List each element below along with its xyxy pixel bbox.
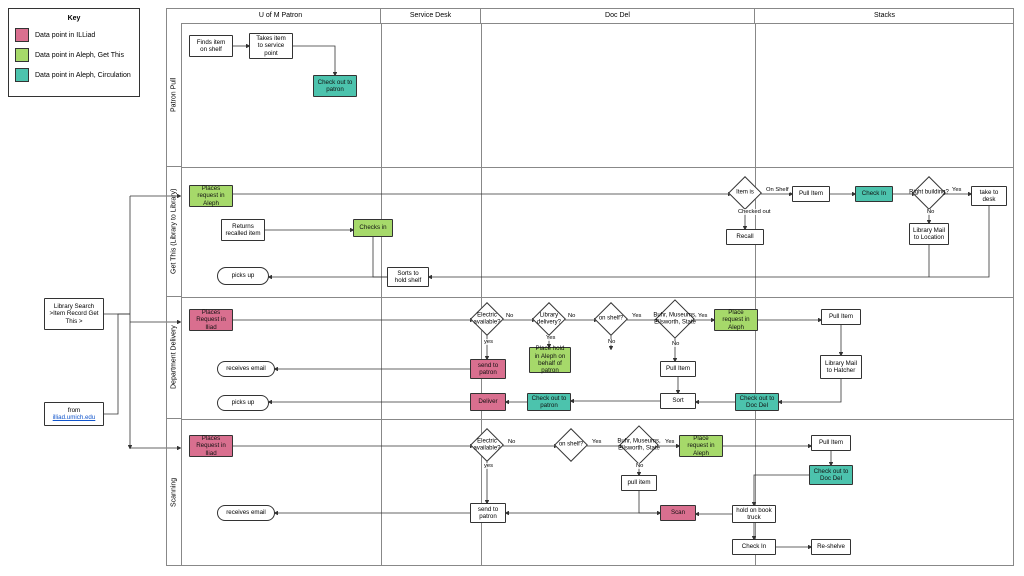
sc-checkin: Check In [732, 539, 776, 555]
gt-pull: Pull Item [792, 186, 830, 202]
dd-place-aleph: Place request in Aleph [714, 309, 758, 331]
gt-place: Places request in Aleph [189, 185, 233, 207]
dd-pickup: picks up [217, 395, 269, 411]
sc-pullitem: pull item [621, 475, 657, 491]
sc-scan: Scan [660, 505, 696, 521]
edge-label: No [671, 341, 680, 347]
edge-label: Yes [591, 439, 602, 445]
gt-sort: Sorts to hold shelf [387, 267, 429, 287]
swimlane-grid: U of M Patron Service Desk Doc Del Stack… [166, 8, 1014, 566]
edge-label: Yes [664, 439, 675, 445]
edge-label: Yes [951, 187, 962, 193]
entry-illiad: fromilliad.umich.edu [44, 402, 104, 426]
sc-pull2: Pull Item [811, 435, 851, 451]
gt-pickup: picks up [217, 267, 269, 285]
dd-sendp: send to patron [470, 359, 506, 379]
edge-label: No [635, 463, 644, 469]
sc-receives: receives email [217, 505, 275, 521]
dd-mail: Library Mail to Hatcher [820, 355, 862, 379]
edge-label: Yes [631, 313, 642, 319]
entry-text: fromilliad.umich.edu [53, 407, 96, 422]
gt-recall: Recall [726, 229, 764, 245]
dd-placehold: Place hold in Aleph on behalf of patron [529, 347, 571, 373]
edge-label: yes [483, 463, 494, 469]
gt-return: Returns recalled item [221, 219, 265, 241]
edge-label: No [926, 209, 935, 215]
dd-pull1: Pull Item [660, 361, 696, 377]
sc-place: Places Request in Iliad [189, 435, 233, 457]
gt-take: take to desk [971, 186, 1007, 206]
dd-place: Places Request in Iliad [189, 309, 233, 331]
dd-checkoutdd: Check out to Doc Del [735, 393, 779, 411]
edge-label: Yes [697, 313, 708, 319]
sc-placealeph: Place request in Aleph [679, 435, 723, 457]
sc-truck: hold on book truck [732, 505, 776, 523]
dd-sort: Sort [660, 393, 696, 409]
pp-find: Finds item on shelf [189, 35, 233, 57]
edge-label: No [607, 339, 616, 345]
entry-library-search: Library Search >Item Record Get This > [44, 298, 104, 330]
edge-label: No [567, 313, 576, 319]
entry-text: Library Search >Item Record Get This > [48, 303, 100, 325]
pp-checkout: Check out to patron [313, 75, 357, 97]
edge-label: Yes [545, 335, 556, 341]
dd-checkoutp: Check out to patron [527, 393, 571, 411]
gt-checkin2: Check In [855, 186, 893, 202]
gt-checkin: Checks in [353, 219, 393, 237]
dd-receives: receives email [217, 361, 275, 377]
dd-deliver: Deliver [470, 393, 506, 411]
pp-take: Takes item to service point [249, 33, 293, 59]
sc-sendp: send to patron [470, 503, 506, 523]
gt-mail: Library Mail to Location [909, 223, 949, 245]
edge-label: yes [483, 339, 494, 345]
edge-label: Checked out [737, 209, 772, 215]
sc-reshelve: Re-shelve [811, 539, 851, 555]
dd-pull2: Pull Item [821, 309, 861, 325]
edge-label: On Shelf [765, 187, 790, 193]
edge-label: No [507, 439, 516, 445]
edge-label: No [505, 313, 514, 319]
sc-checkoutdd: Check out to Doc Del [809, 465, 853, 485]
